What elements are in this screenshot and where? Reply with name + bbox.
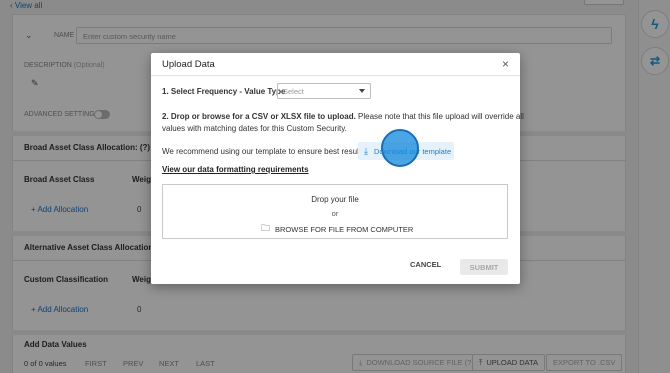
browse-label: BROWSE FOR FILE FROM COMPUTER — [275, 224, 414, 234]
step2-rest: Please note that this file upload will o… — [358, 112, 524, 121]
chevron-down-icon — [359, 89, 365, 93]
cancel-button[interactable]: CANCEL — [410, 260, 441, 269]
frequency-select-value: Select — [283, 87, 304, 96]
modal-header: Upload Data × — [151, 53, 520, 76]
modal-title: Upload Data — [162, 59, 215, 70]
step2-line2: values with matching dates for this Cust… — [162, 124, 347, 133]
browse-files-button[interactable]: 🗀 BROWSE FOR FILE FROM COMPUTER — [261, 221, 413, 237]
click-indicator — [381, 129, 419, 167]
folder-icon: 🗀 — [261, 223, 271, 233]
format-requirements-link[interactable]: View our data formatting requirements — [162, 165, 309, 174]
download-icon: ⤓ — [364, 145, 368, 156]
step1-label: 1. Select Frequency - Value Type — [162, 87, 286, 96]
step2-bold: 2. Drop or browse for a CSV or XLSX file… — [162, 112, 356, 121]
submit-button[interactable]: SUBMIT — [460, 259, 508, 275]
close-icon[interactable]: × — [502, 57, 509, 71]
drop-title: Drop your file — [311, 195, 359, 204]
upload-data-modal: Upload Data × 1. Select Frequency - Valu… — [151, 53, 524, 284]
file-drop-zone[interactable]: Drop your file or 🗀 BROWSE FOR FILE FROM… — [162, 184, 508, 239]
drop-or: or — [331, 209, 339, 218]
frequency-select[interactable]: Select — [277, 83, 371, 99]
template-hint: We recommend using our template to ensur… — [162, 147, 368, 156]
step2-instructions: 2. Drop or browse for a CSV or XLSX file… — [162, 112, 524, 121]
